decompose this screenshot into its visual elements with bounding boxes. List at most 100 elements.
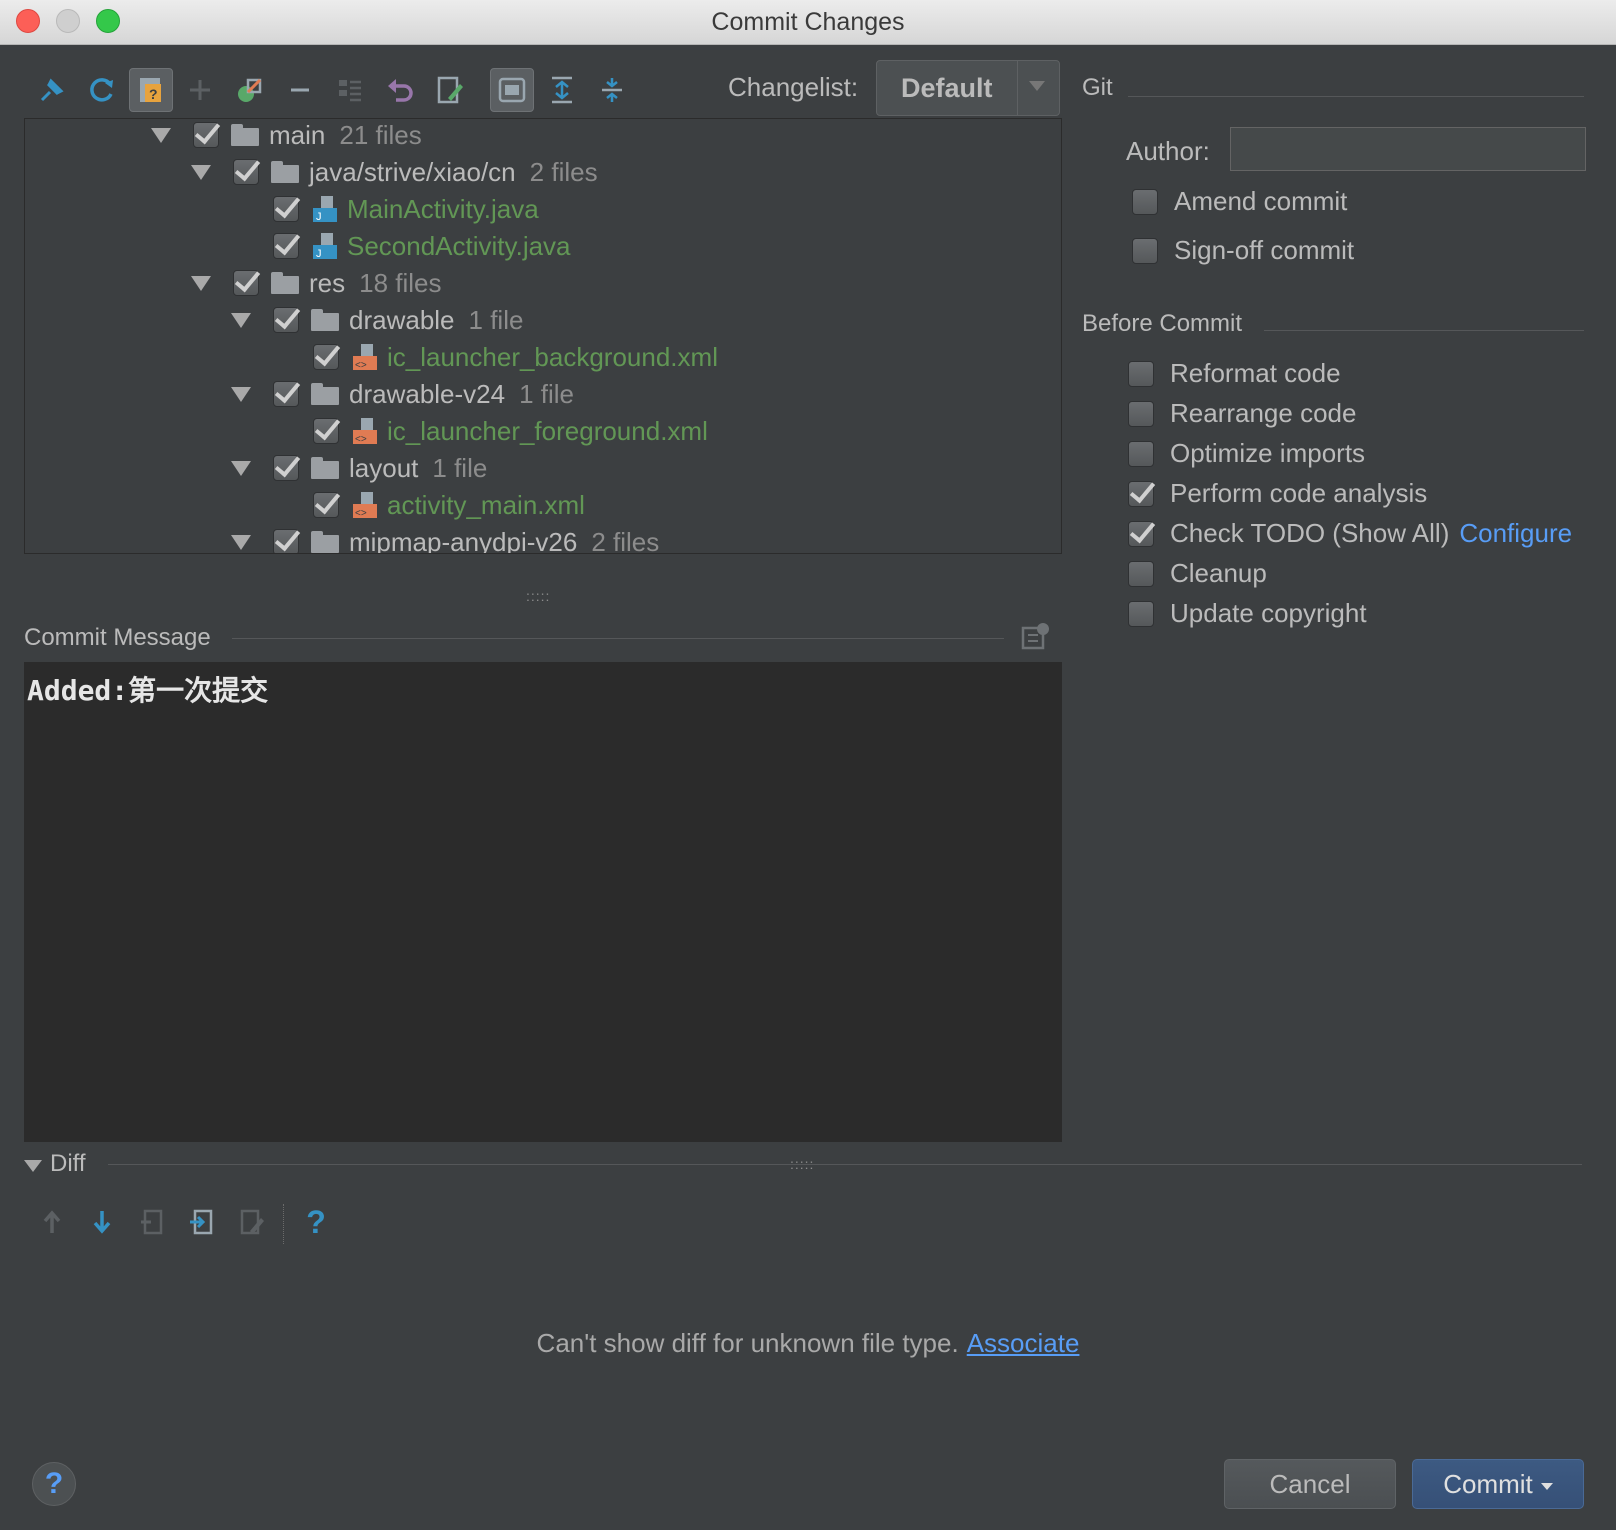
tree-item-count: 1 file bbox=[468, 304, 524, 335]
edit-source-icon[interactable] bbox=[428, 68, 472, 112]
expand-arrow-icon[interactable] bbox=[231, 460, 251, 476]
compare-next-file-icon[interactable] bbox=[182, 1200, 222, 1244]
help-icon[interactable]: ? bbox=[296, 1200, 336, 1244]
option-checkbox[interactable] bbox=[1128, 400, 1154, 427]
amend-commit-option[interactable]: Amend commit bbox=[1132, 186, 1347, 217]
option-checkbox[interactable] bbox=[1128, 480, 1154, 507]
option-checkbox[interactable] bbox=[1128, 360, 1154, 387]
tree-checkbox[interactable] bbox=[313, 492, 339, 518]
option-checkbox[interactable] bbox=[1128, 440, 1154, 467]
option-label: Cleanup bbox=[1170, 558, 1267, 588]
expand-arrow-icon[interactable] bbox=[231, 386, 251, 402]
xml-file-icon: <> bbox=[353, 492, 377, 519]
folder-icon bbox=[311, 531, 339, 553]
tree-checkbox[interactable] bbox=[273, 233, 299, 259]
commit-message-label: Commit Message bbox=[24, 624, 211, 651]
tree-row-file[interactable]: <> activity_main.xml bbox=[313, 486, 585, 524]
tree-row-java[interactable]: java/strive/xiao/cn 2 files bbox=[191, 153, 598, 191]
rearrange-code-option[interactable]: Rearrange code bbox=[1128, 398, 1356, 429]
collapse-all-icon[interactable] bbox=[590, 68, 634, 112]
option-checkbox[interactable] bbox=[1128, 600, 1154, 627]
tree-checkbox[interactable] bbox=[313, 418, 339, 444]
folder-icon bbox=[311, 457, 339, 479]
section-divider bbox=[1264, 330, 1584, 331]
tree-row-drawable-v24[interactable]: drawable-v24 1 file bbox=[231, 375, 574, 413]
splitter-handle[interactable]: ::::: bbox=[526, 588, 550, 604]
expand-arrow-icon[interactable] bbox=[231, 312, 251, 328]
tree-item-label: java/strive/xiao/cn bbox=[309, 156, 516, 187]
rollback-icon[interactable] bbox=[378, 68, 422, 112]
folder-icon bbox=[271, 272, 299, 294]
add-icon[interactable] bbox=[178, 68, 222, 112]
changelist-dropdown[interactable]: Default bbox=[876, 60, 1060, 116]
expand-all-icon[interactable] bbox=[540, 68, 584, 112]
xml-file-icon: <> bbox=[353, 418, 377, 445]
tree-row-file[interactable]: J MainActivity.java bbox=[273, 190, 539, 228]
diff-collapse-arrow-icon[interactable] bbox=[24, 1160, 42, 1172]
chevron-down-icon[interactable] bbox=[1540, 1482, 1553, 1490]
option-label: Rearrange code bbox=[1170, 398, 1357, 428]
edit-source-icon[interactable] bbox=[232, 1200, 272, 1244]
check-todo-option[interactable]: Check TODO (Show All) Configure bbox=[1128, 518, 1572, 549]
expand-arrow-icon[interactable] bbox=[151, 127, 171, 143]
amend-commit-checkbox[interactable] bbox=[1132, 188, 1158, 215]
expand-arrow-icon[interactable] bbox=[231, 534, 251, 550]
tree-checkbox[interactable] bbox=[273, 529, 299, 553]
tree-checkbox[interactable] bbox=[273, 196, 299, 222]
tree-row-file[interactable]: <> ic_launcher_background.xml bbox=[313, 338, 718, 376]
commit-message-input[interactable]: Added:第一次提交 bbox=[24, 662, 1062, 1142]
tree-row-drawable[interactable]: drawable 1 file bbox=[231, 301, 523, 339]
option-label: Reformat code bbox=[1170, 358, 1341, 388]
option-checkbox[interactable] bbox=[1128, 520, 1154, 547]
previous-difference-icon[interactable] bbox=[32, 1200, 72, 1244]
code-analysis-option[interactable]: Perform code analysis bbox=[1128, 478, 1427, 509]
show-diff-icon[interactable] bbox=[490, 68, 534, 112]
author-field[interactable] bbox=[1230, 127, 1586, 171]
changes-tree[interactable]: main 21 files java/strive/xiao/cn 2 file… bbox=[24, 118, 1062, 554]
commit-message-history-icon[interactable] bbox=[1020, 620, 1052, 652]
cancel-button[interactable]: Cancel bbox=[1224, 1459, 1396, 1509]
option-label: Sign-off commit bbox=[1174, 235, 1355, 265]
reformat-code-option[interactable]: Reformat code bbox=[1128, 358, 1341, 389]
remove-icon[interactable] bbox=[278, 68, 322, 112]
update-copyright-option[interactable]: Update copyright bbox=[1128, 598, 1367, 629]
expand-arrow-icon[interactable] bbox=[191, 164, 211, 180]
tree-checkbox[interactable] bbox=[273, 381, 299, 407]
tree-row-layout[interactable]: layout 1 file bbox=[231, 449, 487, 487]
folder-icon bbox=[231, 124, 259, 146]
tree-checkbox[interactable] bbox=[313, 344, 339, 370]
tree-checkbox[interactable] bbox=[193, 122, 219, 148]
tree-checkbox[interactable] bbox=[233, 270, 259, 296]
tree-row-file[interactable]: <> ic_launcher_foreground.xml bbox=[313, 412, 708, 450]
tree-row-file[interactable]: J SecondActivity.java bbox=[273, 227, 571, 265]
move-to-changelist-icon[interactable] bbox=[228, 68, 272, 112]
next-difference-icon[interactable] bbox=[82, 1200, 122, 1244]
optimize-imports-option[interactable]: Optimize imports bbox=[1128, 438, 1365, 469]
compare-previous-file-icon[interactable] bbox=[132, 1200, 172, 1244]
cleanup-option[interactable]: Cleanup bbox=[1128, 558, 1267, 589]
toolbar-separator bbox=[283, 1204, 285, 1244]
tree-checkbox[interactable] bbox=[233, 159, 259, 185]
refresh-icon[interactable] bbox=[80, 68, 124, 112]
pin-icon[interactable] bbox=[30, 68, 74, 112]
diff-label[interactable]: Diff bbox=[50, 1150, 86, 1178]
tree-row-res[interactable]: res 18 files bbox=[191, 264, 442, 302]
svg-text:<>: <> bbox=[355, 434, 367, 445]
associate-link[interactable]: Associate bbox=[967, 1328, 1080, 1358]
signoff-commit-option[interactable]: Sign-off commit bbox=[1132, 235, 1354, 266]
commit-button[interactable]: Commit bbox=[1412, 1459, 1584, 1509]
option-checkbox[interactable] bbox=[1128, 560, 1154, 587]
changelist-value: Default bbox=[901, 73, 993, 103]
tree-checkbox[interactable] bbox=[273, 307, 299, 333]
tree-row-mipmap[interactable]: mipmap-anydpi-v26 2 files bbox=[231, 523, 659, 553]
help-button[interactable]: ? bbox=[32, 1462, 76, 1506]
tree-row-main[interactable]: main 21 files bbox=[151, 119, 422, 154]
signoff-commit-checkbox[interactable] bbox=[1132, 237, 1158, 264]
tree-checkbox[interactable] bbox=[273, 455, 299, 481]
folder-icon bbox=[311, 383, 339, 405]
splitter-handle[interactable]: ::::: bbox=[790, 1156, 814, 1172]
group-by-icon[interactable] bbox=[328, 68, 372, 112]
unversioned-files-icon[interactable]: ? bbox=[129, 68, 173, 112]
expand-arrow-icon[interactable] bbox=[191, 275, 211, 291]
configure-link[interactable]: Configure bbox=[1459, 518, 1572, 549]
